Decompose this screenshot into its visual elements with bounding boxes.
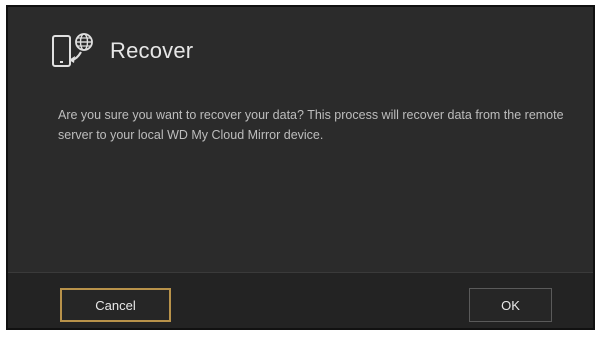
dialog-message: Are you sure you want to recover your da… <box>58 108 564 142</box>
dialog-footer: Cancel OK <box>8 272 593 328</box>
recover-dialog: Recover Are you sure you want to recover… <box>6 5 595 330</box>
cancel-button[interactable]: Cancel <box>60 288 171 322</box>
device-cloud-recover-icon <box>50 29 100 73</box>
dialog-title: Recover <box>110 38 194 63</box>
dialog-header: Recover <box>50 29 193 73</box>
ok-button[interactable]: OK <box>469 288 552 322</box>
